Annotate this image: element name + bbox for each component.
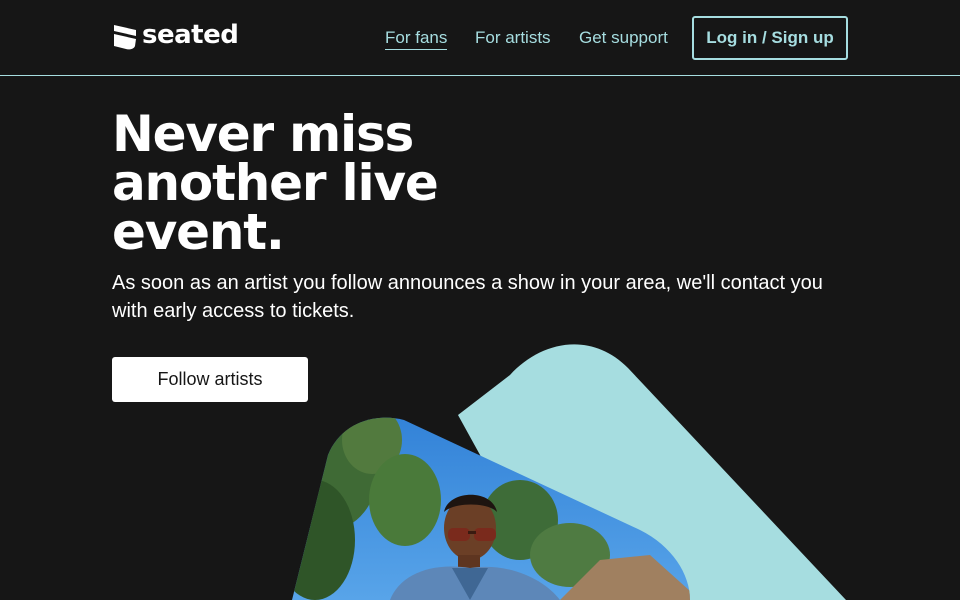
hero-title-line-2: another live <box>112 154 439 212</box>
hero-subtitle: As soon as an artist you follow announce… <box>112 272 823 322</box>
site-header: seated For fans For artists Get support … <box>0 0 960 76</box>
logo-link[interactable]: seated <box>112 20 239 50</box>
login-signup-button[interactable]: Log in / Sign up <box>692 16 848 60</box>
nav-for-fans[interactable]: For fans <box>385 28 448 50</box>
logo-text: seated <box>142 20 239 50</box>
nav-get-support[interactable]: Get support <box>579 28 668 48</box>
hero-title-line-1: Never miss <box>112 105 414 163</box>
hero-title: Never miss another live event. <box>112 105 512 261</box>
page: seated For fans For artists Get support … <box>0 0 960 600</box>
hero-title-line-3: event. <box>112 203 285 261</box>
hero-photo <box>292 417 690 600</box>
teal-shape <box>458 344 846 600</box>
seated-logo-icon <box>114 25 136 50</box>
follow-artists-button[interactable]: Follow artists <box>112 357 308 402</box>
nav-for-artists[interactable]: For artists <box>475 28 551 48</box>
